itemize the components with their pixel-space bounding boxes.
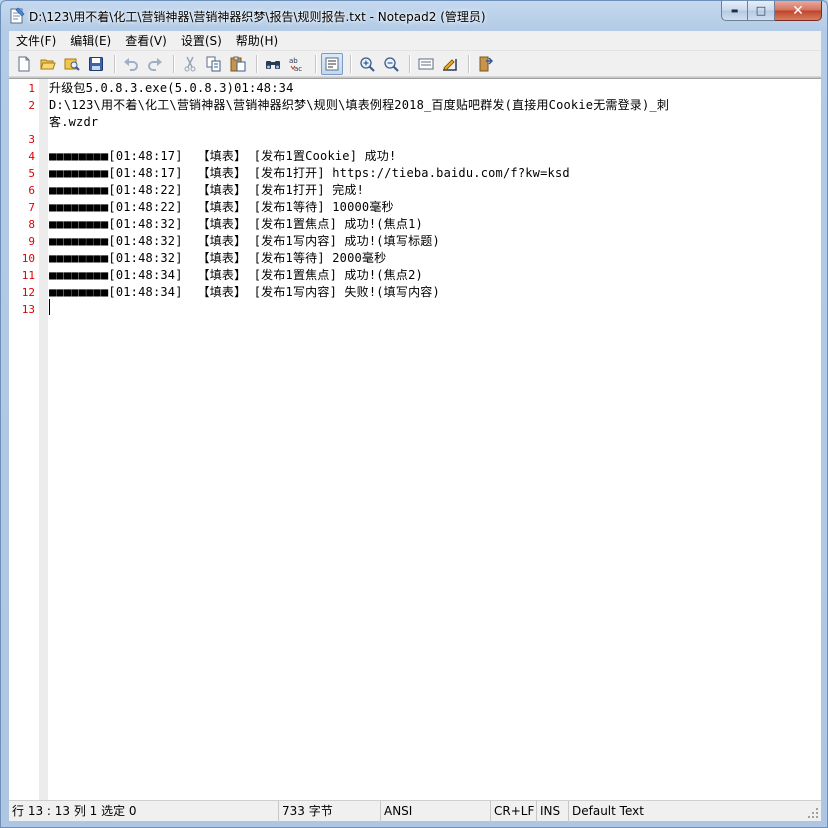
find-button[interactable] bbox=[262, 53, 284, 75]
status-scheme[interactable]: Default Text bbox=[569, 801, 709, 822]
window-title: D:\123\用不着\化工\营销神器\营销神器织梦\报告\规则报告.txt - … bbox=[29, 10, 486, 24]
minimize-icon: ▬ bbox=[730, 6, 739, 15]
open-icon bbox=[40, 59, 56, 69]
new-button[interactable] bbox=[13, 53, 35, 75]
toolbar-separator bbox=[350, 54, 351, 73]
maximize-button[interactable]: □ bbox=[748, 1, 775, 21]
browse-icon bbox=[64, 58, 80, 71]
text-line[interactable]: ■■■■■■■■[01:48:34] 【填表】 [发布1置焦点] 成功!(焦点2… bbox=[49, 267, 423, 284]
text-line[interactable]: ■■■■■■■■[01:48:22] 【填表】 [发布1等待] 10000毫秒 bbox=[49, 199, 394, 216]
status-size: 733 字节 bbox=[279, 800, 381, 822]
line-number: 4 bbox=[28, 150, 35, 163]
new-icon bbox=[18, 56, 30, 71]
find-icon bbox=[266, 60, 280, 69]
undo-button[interactable] bbox=[120, 53, 142, 75]
toolbar-separator bbox=[315, 54, 316, 73]
toolbar-separator bbox=[468, 54, 469, 73]
word-wrap-icon bbox=[325, 57, 339, 70]
toolbar-separator bbox=[114, 54, 115, 73]
text-line[interactable]: ■■■■■■■■[01:48:22] 【填表】 [发布1打开] 完成! bbox=[49, 182, 364, 199]
window-controls: ▬ □ ✕ bbox=[721, 1, 822, 21]
text-line[interactable]: D:\123\用不着\化工\营销神器\营销神器织梦\规则\填表例程2018_百度… bbox=[49, 97, 669, 114]
line-number: 2 bbox=[28, 99, 35, 112]
status-bar: 行 13 : 13 列 1 选定 0 733 字节 ANSI CR+LF INS… bbox=[9, 800, 821, 822]
notepad2-window: D:\123\用不着\化工\营销神器\营销神器织梦\报告\规则报告.txt - … bbox=[0, 0, 828, 828]
menu-view[interactable]: 查看(V) bbox=[118, 31, 174, 51]
resize-grip-icon[interactable] bbox=[807, 807, 819, 819]
scheme-button[interactable] bbox=[415, 53, 437, 75]
text-editor[interactable]: 1 2 3 4 5 6 7 8 9 10 11 12 13 升级包5.0.8.3.exe(5.0.8.3… bbox=[9, 78, 821, 800]
open-button[interactable] bbox=[37, 53, 59, 75]
paste-button[interactable] bbox=[227, 53, 249, 75]
toolbar-separator bbox=[256, 54, 257, 73]
line-number: 5 bbox=[28, 167, 35, 180]
word-wrap-button[interactable] bbox=[321, 52, 343, 75]
copy-icon bbox=[206, 56, 221, 71]
text-line[interactable]: 升级包5.0.8.3.exe(5.0.8.3)01:48:34 bbox=[49, 80, 294, 97]
menu-edit[interactable]: 编辑(E) bbox=[63, 31, 118, 51]
status-position: 行 13 : 13 列 1 选定 0 bbox=[9, 800, 279, 822]
close-icon: ✕ bbox=[792, 2, 804, 19]
line-number: 3 bbox=[28, 133, 35, 146]
zoom-out-icon bbox=[384, 56, 399, 72]
cut-icon bbox=[184, 56, 196, 71]
maximize-icon: □ bbox=[755, 4, 767, 17]
svg-text:ac: ac bbox=[294, 65, 302, 72]
line-number: 8 bbox=[28, 218, 35, 231]
menu-settings[interactable]: 设置(S) bbox=[174, 31, 229, 51]
line-number: 12 bbox=[21, 286, 35, 299]
line-number: 13 bbox=[21, 303, 35, 316]
exit-icon bbox=[479, 56, 493, 71]
text-line[interactable]: ■■■■■■■■[01:48:32] 【填表】 [发布1等待] 2000毫秒 bbox=[49, 250, 386, 267]
text-line[interactable]: ■■■■■■■■[01:48:32] 【填表】 [发布1写内容] 成功!(填写标… bbox=[49, 233, 440, 250]
menu-file[interactable]: 文件(F) bbox=[9, 31, 63, 51]
text-caret bbox=[49, 299, 50, 315]
save-icon bbox=[89, 56, 103, 71]
line-number: 7 bbox=[28, 201, 35, 214]
line-number-gutter: 1 2 3 4 5 6 7 8 9 10 11 12 13 bbox=[9, 79, 39, 800]
selection-margin[interactable] bbox=[39, 79, 48, 800]
undo-icon bbox=[124, 57, 138, 71]
paste-icon bbox=[230, 56, 246, 71]
toolbar-separator bbox=[173, 54, 174, 73]
copy-button[interactable] bbox=[203, 53, 225, 75]
status-ins[interactable]: INS bbox=[537, 800, 569, 822]
close-button[interactable]: ✕ bbox=[775, 1, 822, 21]
zoom-in-icon bbox=[360, 56, 375, 72]
svg-text:ab: ab bbox=[289, 57, 298, 65]
zoom-in-button[interactable] bbox=[356, 53, 378, 75]
status-eol[interactable]: CR+LF bbox=[491, 800, 537, 822]
menu-bar: 文件(F) 编辑(E) 查看(V) 设置(S) 帮助(H) bbox=[9, 31, 821, 51]
scheme-icon bbox=[418, 58, 434, 69]
text-line[interactable]: ■■■■■■■■[01:48:17] 【填表】 [发布1置Cookie] 成功! bbox=[49, 148, 396, 165]
title-bar[interactable]: D:\123\用不着\化工\营销神器\营销神器织梦\报告\规则报告.txt - … bbox=[1, 1, 827, 31]
save-button[interactable] bbox=[85, 53, 107, 75]
browse-button[interactable] bbox=[61, 53, 83, 75]
line-number: 6 bbox=[28, 184, 35, 197]
zoom-out-button[interactable] bbox=[380, 53, 402, 75]
toolbar-separator bbox=[409, 54, 410, 73]
notepad-app-icon bbox=[10, 7, 25, 24]
line-number: 1 bbox=[28, 82, 35, 95]
text-line[interactable]: 客.wzdr bbox=[49, 114, 98, 131]
replace-button[interactable]: ab ac bbox=[286, 53, 308, 75]
text-line[interactable]: ■■■■■■■■[01:48:32] 【填表】 [发布1置焦点] 成功!(焦点1… bbox=[49, 216, 423, 233]
customize-icon bbox=[443, 58, 457, 71]
minimize-button[interactable]: ▬ bbox=[721, 1, 748, 21]
line-number: 10 bbox=[21, 252, 35, 265]
line-number: 11 bbox=[21, 269, 35, 282]
redo-icon bbox=[148, 57, 162, 71]
replace-icon: abac bbox=[289, 57, 302, 72]
customize-button[interactable] bbox=[439, 53, 461, 75]
toolbar: ab ac bbox=[9, 51, 821, 77]
line-number: 9 bbox=[28, 235, 35, 248]
status-encoding[interactable]: ANSI bbox=[381, 800, 491, 822]
menu-help[interactable]: 帮助(H) bbox=[229, 31, 285, 51]
cut-button[interactable] bbox=[179, 53, 201, 75]
text-line[interactable]: ■■■■■■■■[01:48:17] 【填表】 [发布1打开] https://… bbox=[49, 165, 570, 182]
redo-button[interactable] bbox=[144, 53, 166, 75]
exit-button[interactable] bbox=[474, 53, 496, 75]
text-line[interactable]: ■■■■■■■■[01:48:34] 【填表】 [发布1写内容] 失败!(填写内… bbox=[49, 284, 440, 301]
